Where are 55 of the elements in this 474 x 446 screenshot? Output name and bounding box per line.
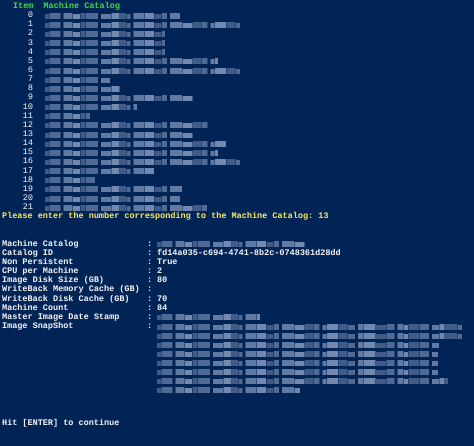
pixelated-text-drawing	[45, 177, 95, 184]
item-number: 21	[22, 203, 33, 212]
item-number: 3	[26, 38, 33, 48]
item-number: 16	[22, 157, 33, 167]
property-label: Non Persistent	[2, 258, 74, 267]
property-label: CPU per Machine	[2, 267, 80, 276]
property-value: fd14a035-c694-4741-8b2c-0748361d28dd	[157, 248, 341, 258]
colon-separator: :	[147, 258, 154, 268]
item-number: 8	[26, 84, 33, 94]
item-number: 2	[26, 29, 33, 39]
item-number: 13	[22, 130, 33, 139]
colon-separator: :	[147, 240, 154, 249]
colon-separator: :	[147, 267, 154, 276]
item-number: 9	[26, 93, 33, 103]
item-number: 6	[26, 66, 33, 75]
item-number: 1	[26, 20, 33, 30]
item-number: 7	[26, 75, 33, 84]
prompt-text: Please enter the number corresponding to the Machine Catalog: 13	[2, 212, 328, 222]
item-number: 5	[26, 56, 33, 66]
item-number: 10	[22, 102, 33, 112]
item-number: 12	[22, 120, 33, 130]
colon-separator: :	[147, 248, 154, 258]
property-value: 80	[157, 276, 168, 286]
property-label: WriteBack Disk Cache (GB)	[2, 294, 131, 304]
property-value: 70	[157, 294, 168, 304]
pixelated-text-drawing	[45, 76, 110, 83]
property-label: Catalog ID	[2, 248, 54, 258]
item-number: 15	[22, 148, 33, 158]
property-label: Image SnapShot	[2, 322, 74, 332]
item-number: 20	[22, 194, 33, 203]
colon-separator: :	[147, 322, 154, 332]
property-value: True	[157, 258, 178, 267]
property-label: Image Disk Size (GB)	[2, 276, 104, 286]
colon-separator: :	[147, 304, 154, 313]
item-number: 17	[22, 166, 33, 176]
colon-separator: :	[147, 285, 154, 295]
property-value: 2	[157, 267, 162, 276]
column-header: Machine Catalog	[43, 2, 120, 12]
property-label: Machine Catalog	[2, 240, 80, 249]
item-number: 11	[22, 112, 33, 121]
item-number: 0	[26, 11, 33, 20]
pixelated-text-drawing	[45, 113, 90, 120]
property-label: Master Image Date Stamp	[2, 312, 120, 322]
item-number: 18	[22, 176, 33, 185]
property-label: Machine Count	[2, 304, 70, 313]
item-number: 4	[26, 48, 33, 57]
item-number: 14	[22, 139, 33, 148]
colon-separator: :	[147, 276, 154, 286]
colon-separator: :	[147, 294, 154, 304]
property-label: WriteBack Memory Cache (GB)	[2, 285, 141, 294]
continue-prompt: Hit [ENTER] to continue	[2, 418, 120, 428]
column-header: Item	[13, 2, 34, 11]
colon-separator: :	[147, 312, 154, 322]
item-number: 19	[22, 184, 33, 194]
property-value: 84	[157, 304, 168, 313]
